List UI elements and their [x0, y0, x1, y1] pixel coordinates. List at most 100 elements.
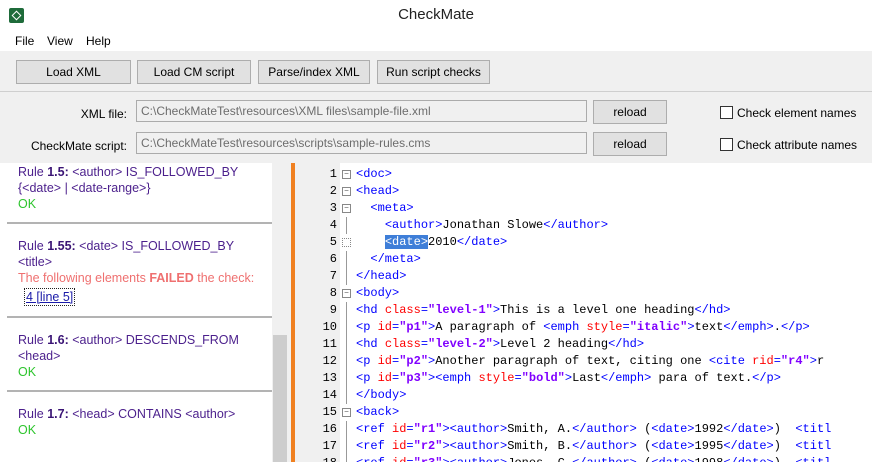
text-token: Last	[572, 371, 601, 385]
check-element-names-checkbox[interactable]: Check element names	[720, 106, 856, 120]
xml-tag-token: <titl	[795, 422, 832, 436]
xml-value-token: "r4"	[780, 354, 810, 368]
code-line[interactable]: 1− <doc>	[295, 166, 872, 183]
code-text: <doc>	[356, 166, 392, 183]
code-line[interactable]: 6 </meta>	[295, 251, 872, 268]
xml-file-label: XML file:	[80, 107, 127, 121]
code-line[interactable]: 15− <back>	[295, 404, 872, 421]
script-field[interactable]: C:\CheckMateTest\resources\scripts\sampl…	[136, 132, 587, 154]
xml-tag-token: >	[442, 439, 450, 453]
xml-tag-token: </hd>	[694, 303, 731, 317]
code-line[interactable]: 18 <ref id="r3"><author>Jones, C.</author…	[295, 455, 872, 462]
code-line[interactable]: 9 <hd class="level-1">This is a level one…	[295, 302, 872, 319]
checkbox-box-icon[interactable]	[720, 106, 733, 119]
fold-toggle-icon[interactable]: −	[342, 204, 351, 213]
xml-value-token: "r2"	[413, 439, 443, 453]
fold-toggle-icon[interactable]: −	[342, 289, 351, 298]
code-line[interactable]: 10 <p id="p1">A paragraph of <emph style=…	[295, 319, 872, 336]
code-line[interactable]: 11 <hd class="level-2">Level 2 heading</h…	[295, 336, 872, 353]
xml-tag-token: <meta>	[370, 201, 414, 215]
fold-guide-line	[346, 370, 347, 387]
fold-toggle-icon[interactable]: −	[342, 170, 351, 179]
code-text: <p id="p1">A paragraph of <emph style="i…	[356, 319, 810, 336]
code-line[interactable]: 14 </body>	[295, 387, 872, 404]
fold-toggle-icon[interactable]: −	[342, 408, 351, 417]
xml-tag-token: <back>	[356, 405, 400, 419]
xml-tag-token: <p	[356, 320, 378, 334]
xml-value-token: "p3"	[399, 371, 429, 385]
script-reload-button[interactable]: reload	[593, 132, 667, 156]
parse-index-xml-button[interactable]: Parse/index XML	[258, 60, 370, 84]
code-text: <head>	[356, 183, 399, 200]
xml-tag-token: </date>	[723, 439, 774, 453]
xml-value-token: "italic"	[629, 320, 688, 334]
line-number: 18	[295, 455, 337, 462]
xml-tag-token: <hd	[356, 337, 385, 351]
menu-view[interactable]: View	[47, 34, 73, 48]
run-script-checks-button[interactable]: Run script checks	[377, 60, 490, 84]
line-number: 1	[329, 167, 337, 181]
rule-item: Rule 1.55: <date> IS_FOLLOWED_BY <title>…	[7, 224, 272, 318]
code-line[interactable]: 13 <p id="p3"><emph style="bold">Last</em…	[295, 370, 872, 387]
xml-tag-token: </date>	[456, 235, 508, 249]
text-token: (	[637, 456, 651, 462]
text-token: .	[773, 320, 781, 334]
xml-tag-token: =	[406, 456, 413, 462]
xml-tag-token: <titl	[795, 456, 831, 462]
xml-attr-token: class	[384, 337, 421, 351]
xml-tag-token: <author>	[450, 456, 508, 462]
line-number: 11	[322, 337, 337, 351]
load-xml-button[interactable]: Load XML	[16, 60, 131, 84]
code-line[interactable]: 17 <ref id="r2"><author>Smith, B.</author…	[295, 438, 872, 455]
xml-tag-token: </date>	[723, 456, 773, 462]
code-line[interactable]: 7 </head>	[295, 268, 872, 285]
check-attribute-names-checkbox[interactable]: Check attribute names	[720, 138, 857, 152]
xml-tag-token: <ref	[356, 456, 392, 462]
text-token: Smith, B.	[507, 439, 573, 453]
line-number: 17	[322, 439, 337, 453]
code-text: <meta>	[356, 200, 414, 217]
code-text: </meta>	[356, 251, 420, 268]
xml-tag-token: <ref	[356, 422, 393, 436]
menu-file[interactable]: File	[15, 34, 34, 48]
xml-attr-token: class	[384, 303, 421, 317]
code-line[interactable]: 3− <meta>	[295, 200, 872, 217]
xml-value-token: "level-2"	[428, 337, 493, 351]
xml-tag-token: <head>	[356, 184, 400, 198]
line-number: 13	[322, 371, 337, 385]
xml-file-field[interactable]: C:\CheckMateTest\resources\XML files\sam…	[136, 100, 587, 122]
scrollbar-thumb[interactable]	[273, 335, 287, 462]
failed-element-link[interactable]: 4 [line 5]	[24, 288, 76, 306]
xml-editor[interactable]: 1− <doc> 2− <head> 3− <meta> 4 <author>Jonath…	[295, 163, 872, 462]
code-line[interactable]: 16 <ref id="r1"><author>Smith, A.</author…	[295, 421, 872, 438]
line-number: 15	[322, 405, 337, 419]
line-number: 7	[329, 269, 337, 283]
text-token: Jones, C.	[507, 456, 572, 462]
xml-tag-token: </author>	[572, 456, 637, 462]
fold-guide-line	[346, 251, 347, 268]
xml-tag-token: <author>	[449, 422, 508, 436]
rule-number: 1.5:	[47, 165, 69, 179]
xml-tag-token: <date>	[651, 456, 694, 462]
code-line[interactable]: 5 <date>2010</date>	[295, 234, 872, 251]
code-line[interactable]: 2− <head>	[295, 183, 872, 200]
text-token: 1995	[694, 439, 724, 453]
checkbox-box-icon[interactable]	[720, 138, 733, 151]
rule-prefix: Rule	[18, 407, 48, 421]
rule-number: 1.55:	[47, 239, 76, 253]
xml-tag-token: =	[622, 320, 630, 334]
code-line[interactable]: 12 <p id = "p2" > Another paragraph of text, …	[295, 353, 872, 370]
fold-toggle-icon[interactable]: −	[342, 187, 351, 196]
xml-tag-token: </p>	[780, 320, 810, 334]
code-line[interactable]: 8− <body>	[295, 285, 872, 302]
code-line[interactable]: 4 <author>Jonathan Slowe</author>	[295, 217, 872, 234]
xml-tag-token: >	[564, 371, 573, 385]
rule-list-scrollbar[interactable]	[272, 163, 288, 462]
code-text: <hd class="level-1">This is a level one …	[356, 302, 731, 319]
menu-help[interactable]: Help	[86, 34, 111, 48]
title-bar: CheckMate	[0, 0, 872, 31]
load-cm-script-button[interactable]: Load CM script	[137, 60, 251, 84]
toolbar: Load XML Load CM script Parse/index XML …	[0, 51, 872, 92]
xml-reload-button[interactable]: reload	[593, 100, 667, 124]
fold-guide-line	[346, 421, 347, 438]
